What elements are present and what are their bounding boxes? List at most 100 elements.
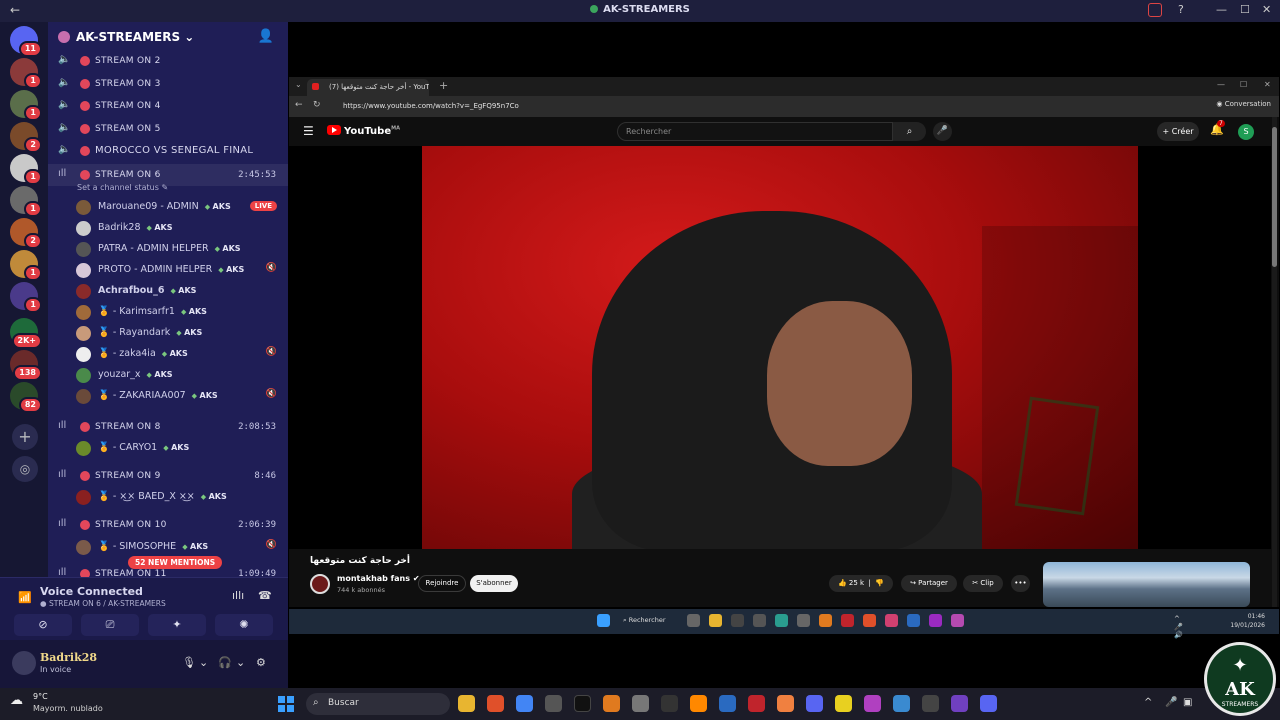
scrollbar-thumb[interactable] <box>1272 127 1277 267</box>
noise-suppression-icon[interactable]: ıllı <box>232 589 244 602</box>
voice-channel[interactable]: 🔈 STREAM ON 2 <box>48 50 288 72</box>
app-icon[interactable] <box>748 695 765 712</box>
close-button[interactable]: ✕ <box>1262 3 1271 16</box>
discord-icon[interactable] <box>806 695 823 712</box>
connection-signal-icon[interactable]: 📶 <box>18 591 32 604</box>
chrome-icon[interactable] <box>516 695 533 712</box>
notifications-bell-icon[interactable]: 🔔 7 <box>1210 120 1225 136</box>
app-icon[interactable] <box>885 614 898 627</box>
new-mentions-pill[interactable]: 52 NEW MENTIONS <box>128 556 223 569</box>
back-arrow-icon[interactable]: ← <box>295 100 303 110</box>
app-icon[interactable] <box>719 695 736 712</box>
microphone-icon[interactable]: 🎤 <box>1165 697 1177 708</box>
brave-icon[interactable] <box>863 614 876 627</box>
app-icon[interactable] <box>797 614 810 627</box>
taskbar-search[interactable]: ⌕ Rechercher <box>623 614 685 628</box>
file-explorer-icon[interactable] <box>709 614 722 627</box>
windows-start-icon[interactable] <box>597 614 610 627</box>
voice-channel[interactable]: ıll STREAM ON 8 2:08:53 <box>48 416 288 438</box>
server-icon[interactable]: 1 <box>10 186 42 217</box>
file-explorer-icon[interactable] <box>458 695 475 712</box>
activities-button[interactable]: ✦ <box>148 614 206 636</box>
app-icon[interactable] <box>893 695 910 712</box>
camera-off-button[interactable]: ⊘ <box>14 614 72 636</box>
soundboard-button[interactable]: ✺ <box>215 614 273 636</box>
voice-search-icon[interactable]: 🎤 <box>933 122 952 141</box>
app-icon[interactable] <box>777 695 794 712</box>
minimize-button[interactable]: — <box>1216 3 1227 16</box>
voice-member[interactable]: 🏅 - ×͜× BAED_X ×͜×AKS <box>68 487 283 508</box>
discord-icon[interactable] <box>980 695 997 712</box>
show-hidden-icons[interactable]: ^ <box>1144 697 1152 708</box>
app-icon[interactable] <box>841 614 854 627</box>
app-tray-icon[interactable]: ▣ <box>1183 697 1192 708</box>
voice-member[interactable]: 🏅 - CARYO1AKS <box>68 438 283 459</box>
store-icon[interactable] <box>731 614 744 627</box>
voice-member[interactable]: PROTO - ADMIN HELPERAKS🔇 <box>68 260 283 281</box>
voice-channel-location[interactable]: ● STREAM ON 6 / AK-STREAMERS <box>40 599 166 608</box>
help-icon[interactable]: ? <box>1178 3 1184 16</box>
microphone-icon[interactable]: 🎙 <box>182 656 196 669</box>
voice-channel[interactable]: 🔈 STREAM ON 3 <box>48 73 288 95</box>
disconnect-icon[interactable]: ☎ <box>258 589 272 602</box>
create-button[interactable]: + Créer <box>1157 122 1199 141</box>
invite-people-icon[interactable]: 👤 <box>258 29 274 44</box>
server-icon[interactable]: 1 <box>10 154 42 185</box>
chevron-down-icon[interactable]: ⌄ <box>236 656 245 669</box>
edge-icon[interactable] <box>775 614 788 627</box>
page-scrollbar[interactable] <box>1272 117 1277 607</box>
more-actions-button[interactable]: ••• <box>1011 575 1030 592</box>
server-icon-ak-streamers[interactable]: 2K+ <box>10 318 42 349</box>
app-icon[interactable] <box>545 695 562 712</box>
voice-channel[interactable]: ıll STREAM ON 10 2:06:39 <box>48 514 288 536</box>
app-icon[interactable] <box>632 695 649 712</box>
close-button[interactable]: ✕ <box>1264 80 1271 89</box>
url-input[interactable]: https://www.youtube.com/watch?v=_EgFQ95n… <box>327 99 1212 114</box>
weather-cloud-icon[interactable]: ☁ <box>10 693 23 708</box>
chevron-down-icon[interactable]: ⌄ <box>199 656 208 669</box>
youtube-logo[interactable]: YouTubeMA <box>327 125 400 137</box>
server-icon[interactable]: 2 <box>10 218 42 249</box>
channel-name[interactable]: montakhab fans ✔ <box>337 574 420 583</box>
clip-button[interactable]: ✂ Clip <box>963 575 1003 592</box>
server-icon[interactable]: 1 <box>10 90 42 121</box>
maximize-button[interactable]: ☐ <box>1240 3 1250 16</box>
voice-channel[interactable]: ıll STREAM ON 9 8:46 <box>48 465 288 487</box>
channel-status[interactable]: Set a channel status ✎ <box>77 183 168 192</box>
browser-tab-youtube[interactable]: أخر حاجة كنت متوقعها (7) - YouTube <box>307 79 429 96</box>
tab-list-icon[interactable]: ⌄ <box>295 80 302 89</box>
new-tab-icon[interactable]: + <box>439 79 448 92</box>
voice-channel[interactable]: 🔈 STREAM ON 5 <box>48 118 288 140</box>
server-icon[interactable]: 138 <box>10 350 42 381</box>
app-icon[interactable] <box>864 695 881 712</box>
channel-avatar[interactable] <box>310 574 330 594</box>
voice-member[interactable]: Badrik28AKS <box>68 218 283 239</box>
voice-member[interactable]: PATRA - ADMIN HELPERAKS <box>68 239 283 260</box>
system-tray-icons[interactable]: ^ 🎤 🔊 <box>1174 615 1187 639</box>
server-icon[interactable]: 82 <box>10 382 42 413</box>
voice-member[interactable]: Achrafbou_6AKS <box>68 281 283 302</box>
server-icon[interactable]: 2 <box>10 122 42 153</box>
inbox-icon[interactable] <box>1148 3 1162 17</box>
tiktok-icon[interactable] <box>574 695 591 712</box>
screen-share-button[interactable]: ⎚ <box>81 614 139 636</box>
vlc-icon[interactable] <box>690 695 707 712</box>
copilot-conversation-button[interactable]: ◉ Conversation <box>1216 100 1271 108</box>
hamburger-menu-icon[interactable]: ☰ <box>303 124 314 138</box>
share-button[interactable]: ↪ Partager <box>901 575 957 592</box>
server-icon[interactable]: 1 <box>10 58 42 89</box>
brave-icon[interactable] <box>487 695 504 712</box>
direct-messages-icon[interactable]: 11 <box>10 26 42 57</box>
app-icon[interactable] <box>835 695 852 712</box>
recommended-video-thumbnail[interactable] <box>1043 562 1250 607</box>
settings-gear-icon[interactable]: ⚙ <box>256 656 266 669</box>
app-icon[interactable] <box>753 614 766 627</box>
app-icon[interactable] <box>951 695 968 712</box>
server-icon[interactable]: 1 <box>10 282 42 313</box>
server-icon[interactable]: 1 <box>10 250 42 281</box>
subscribe-button[interactable]: S'abonner <box>470 575 518 592</box>
voice-member[interactable]: 🏅 - Karimsarfr1AKS <box>68 302 283 323</box>
app-icon[interactable] <box>929 614 942 627</box>
voice-member[interactable]: youzar_xAKS <box>68 365 283 386</box>
join-button[interactable]: Rejoindre <box>418 575 466 592</box>
